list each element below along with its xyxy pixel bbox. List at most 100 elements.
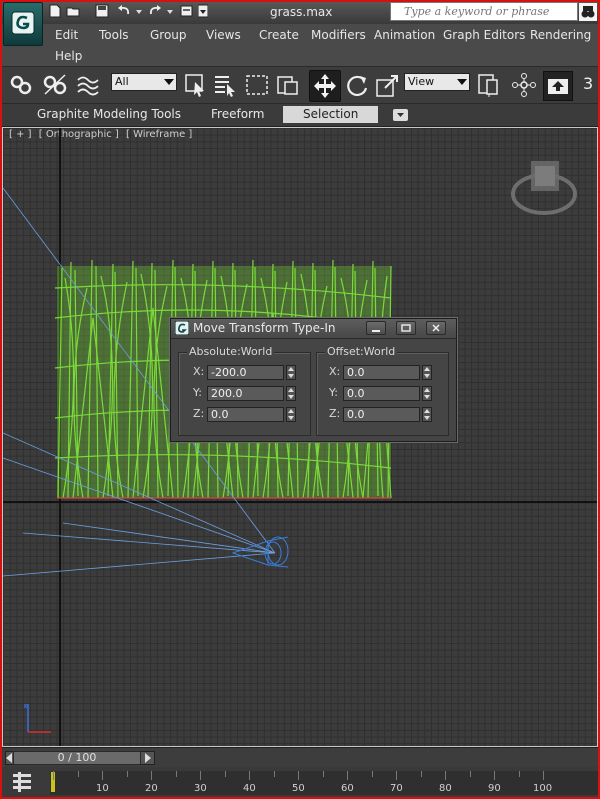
track-minor-tick <box>347 771 348 780</box>
select-and-link-icon[interactable] <box>8 72 34 98</box>
track-minor-tick <box>543 771 544 780</box>
menu-group[interactable]: Group <box>150 28 187 42</box>
close-button[interactable] <box>426 321 446 335</box>
application-button[interactable] <box>3 2 43 46</box>
redo-icon[interactable] <box>148 4 162 18</box>
save-icon[interactable] <box>95 4 109 18</box>
track-minor-tick <box>518 771 520 777</box>
track-minor-tick <box>77 771 79 777</box>
select-object-icon[interactable] <box>183 72 209 98</box>
main-toolbar: All View 3 <box>0 66 600 104</box>
previous-frame-icon[interactable] <box>6 753 12 763</box>
offset-y-spinner[interactable] <box>422 386 432 401</box>
dialog-title-bar[interactable]: Move Transform Type-In <box>171 319 456 339</box>
undo-dropdown-icon[interactable] <box>135 4 143 18</box>
camera-icon[interactable] <box>228 523 298 578</box>
tab-selection[interactable]: Selection <box>283 106 379 123</box>
menu-create[interactable]: Create <box>259 28 299 42</box>
track-minor-tick <box>273 771 275 777</box>
absolute-z-spinner[interactable] <box>286 407 296 422</box>
search-binoculars-icon[interactable] <box>579 3 597 21</box>
redo-dropdown-icon[interactable] <box>166 4 174 18</box>
project-folder-icon[interactable] <box>180 4 194 18</box>
track-minor-tick <box>322 771 324 777</box>
move-transform-type-in-dialog: Move Transform Type-In Absolute:World X:… <box>170 318 457 442</box>
track-minor-tick <box>175 771 177 777</box>
scale-icon[interactable] <box>375 72 401 98</box>
offset-x-field[interactable]: 0.0 <box>343 365 420 380</box>
tick-label: 40 <box>243 783 256 794</box>
tick-label: 80 <box>439 783 452 794</box>
menu-tools[interactable]: Tools <box>99 28 129 42</box>
select-by-name-icon[interactable] <box>212 72 238 98</box>
chevron-down-icon <box>457 79 467 85</box>
offset-world-group: Offset:World X: 0.0 Y: 0.0 Z: 0.0 <box>316 345 449 436</box>
menu-modifiers[interactable]: Modifiers <box>311 28 366 42</box>
tick-label: 50 <box>292 783 305 794</box>
menu-views[interactable]: Views <box>206 28 241 42</box>
manipulate-icon[interactable] <box>511 72 537 98</box>
offset-y-field[interactable]: 0.0 <box>343 386 420 401</box>
track-minor-tick <box>469 771 471 777</box>
search-input[interactable] <box>404 3 576 20</box>
reference-coordinate-dropdown[interactable]: View <box>404 73 470 91</box>
next-frame-icon[interactable] <box>145 753 151 763</box>
track-minor-tick <box>224 771 226 777</box>
menu-graph-editors[interactable]: Graph Editors <box>443 28 525 42</box>
app-logo-icon <box>175 321 189 335</box>
offset-z-field[interactable]: 0.0 <box>343 407 420 422</box>
absolute-y-field[interactable]: 200.0 <box>207 386 284 401</box>
ribbon-options-icon[interactable] <box>393 109 408 121</box>
absolute-z-field[interactable]: 0.0 <box>207 407 284 422</box>
unlink-selection-icon[interactable] <box>42 72 68 98</box>
restore-icon <box>401 324 411 332</box>
track-minor-tick <box>494 771 495 780</box>
window-crossing-icon[interactable] <box>275 72 301 98</box>
offset-world-label: Offset:World <box>325 345 398 358</box>
absolute-x-field[interactable]: -200.0 <box>207 365 284 380</box>
track-minor-tick <box>396 771 397 780</box>
rotate-icon[interactable] <box>344 72 370 98</box>
open-folder-icon[interactable] <box>66 4 80 18</box>
chevron-down-icon <box>397 113 404 117</box>
pivot-center-icon[interactable] <box>476 72 502 98</box>
snap-toggle-label[interactable]: 3 <box>583 74 593 93</box>
absolute-y-label: Y: <box>193 386 202 399</box>
absolute-z-label: Z: <box>193 407 205 420</box>
tab-graphite-modeling-tools[interactable]: Graphite Modeling Tools <box>37 107 181 121</box>
select-and-move-button[interactable] <box>309 70 341 102</box>
keyboard-shortcut-override-button[interactable] <box>543 71 573 101</box>
tick-label: 60 <box>341 783 354 794</box>
offset-x-spinner[interactable] <box>422 365 432 380</box>
absolute-world-label: Absolute:World <box>187 345 275 358</box>
world-axis-tripod-icon <box>23 703 51 733</box>
menu-edit[interactable]: Edit <box>55 28 78 42</box>
offset-z-spinner[interactable] <box>422 407 432 422</box>
menu-animation[interactable]: Animation <box>374 28 435 42</box>
quick-access-dropdown-icon[interactable] <box>198 4 208 18</box>
absolute-y-spinner[interactable] <box>286 386 296 401</box>
undo-icon[interactable] <box>117 4 131 18</box>
new-file-icon[interactable] <box>48 4 62 18</box>
rectangular-selection-icon[interactable] <box>244 72 270 98</box>
tick-label: 90 <box>488 783 501 794</box>
mini-curve-editor-icon[interactable] <box>10 772 34 792</box>
minimize-button[interactable] <box>366 321 386 335</box>
tab-freeform[interactable]: Freeform <box>211 107 264 121</box>
offset-z-label: Z: <box>329 407 341 420</box>
track-bar-timeline[interactable] <box>50 771 598 795</box>
selection-filter-dropdown[interactable]: All <box>111 73 177 91</box>
bind-to-space-warp-icon[interactable] <box>75 72 101 98</box>
reference-coordinate-value: View <box>408 75 435 88</box>
viewcube-icon[interactable] <box>511 158 577 220</box>
chevron-down-icon <box>164 79 174 85</box>
menu-rendering[interactable]: Rendering <box>530 28 591 42</box>
track-minor-tick <box>151 771 152 780</box>
tick-label: 100 <box>533 783 553 794</box>
time-slider-thumb[interactable]: 0 / 100 <box>13 751 141 765</box>
menu-help[interactable]: Help <box>55 49 82 63</box>
track-minor-tick <box>298 771 299 780</box>
track-minor-tick <box>445 771 446 780</box>
restore-button[interactable] <box>396 321 416 335</box>
absolute-x-spinner[interactable] <box>286 365 296 380</box>
